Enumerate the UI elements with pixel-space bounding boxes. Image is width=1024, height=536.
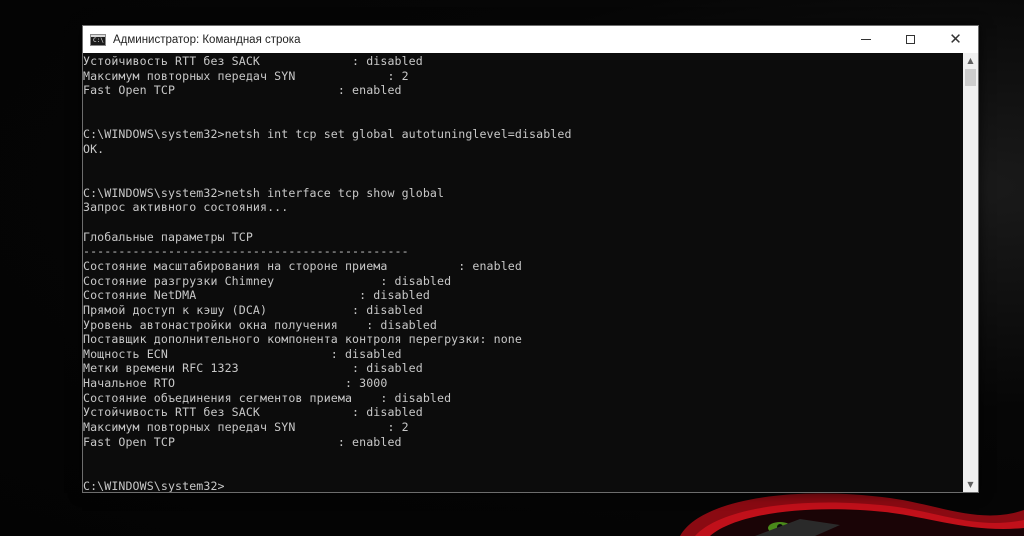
- icon-text: C:\: [93, 36, 104, 44]
- vertical-scrollbar[interactable]: ▲ ▼: [963, 53, 978, 492]
- console-line: Мощность ECN : disabled: [83, 346, 402, 361]
- console-line: Устойчивость RTT без SACK : disabled: [83, 54, 423, 68]
- console-line: Состояние NetDMA : disabled: [83, 288, 430, 303]
- console-line: Устойчивость RTT без SACK : disabled: [83, 405, 423, 420]
- console-line: ----------------------------------------…: [83, 244, 409, 259]
- console-line: Метки времени RFC 1323 : disabled: [83, 361, 423, 376]
- console-line: C:\WINDOWS\system32>netsh interface tcp …: [83, 185, 445, 200]
- console-output[interactable]: Устойчивость RTT без SACK : disabled Макс…: [83, 53, 963, 492]
- close-button[interactable]: ✕: [933, 26, 978, 53]
- close-icon: ✕: [949, 30, 962, 48]
- console-lines: Устойчивость RTT без SACK : disabled Макс…: [83, 54, 572, 492]
- console-line: Начальное RTO : 3000: [83, 376, 388, 391]
- console-line: ОК.: [83, 141, 105, 156]
- title-bar[interactable]: C:\ Администратор: Командная строка ✕: [83, 26, 978, 53]
- console-line: Fast Open TCP : enabled: [83, 83, 402, 98]
- command-prompt-icon[interactable]: C:\: [90, 33, 106, 46]
- console-line: Состояние разгрузки Chimney : disabled: [83, 273, 452, 288]
- console-line: Поставщик дополнительного компонента кон…: [83, 332, 522, 347]
- console-line: Fast Open TCP : enabled: [83, 434, 402, 449]
- minimize-icon: [860, 39, 871, 40]
- console-line: Прямой доступ к кэшу (DCA) : disabled: [83, 302, 423, 317]
- console-line: Максимум повторных передач SYN : 2: [83, 420, 409, 435]
- scroll-thumb[interactable]: [965, 69, 976, 86]
- console-line: Состояние масштабирования на стороне при…: [83, 258, 522, 273]
- minimize-button[interactable]: [843, 26, 888, 53]
- caption-buttons: ✕: [843, 26, 978, 53]
- console-line: Запрос активного состояния...: [83, 200, 289, 215]
- maximize-button[interactable]: [888, 26, 933, 53]
- console-line: C:\WINDOWS\system32>netsh int tcp set gl…: [83, 127, 572, 142]
- scroll-up-icon[interactable]: ▲: [963, 53, 978, 68]
- console-line: Максимум повторных передач SYN : 2: [83, 68, 409, 83]
- console-line: Глобальные параметры TCP: [83, 229, 253, 244]
- command-prompt-window[interactable]: C:\ Администратор: Командная строка ✕ Ус…: [82, 25, 979, 493]
- maximize-icon: [906, 35, 915, 44]
- console-line: C:\WINDOWS\system32>: [83, 478, 225, 492]
- scroll-down-icon[interactable]: ▼: [963, 477, 978, 492]
- window-title: Администратор: Командная строка: [113, 33, 301, 46]
- console-line: Уровень автонастройки окна получения : d…: [83, 317, 438, 332]
- console-line: Состояние объединения сегментов приема :…: [83, 390, 452, 405]
